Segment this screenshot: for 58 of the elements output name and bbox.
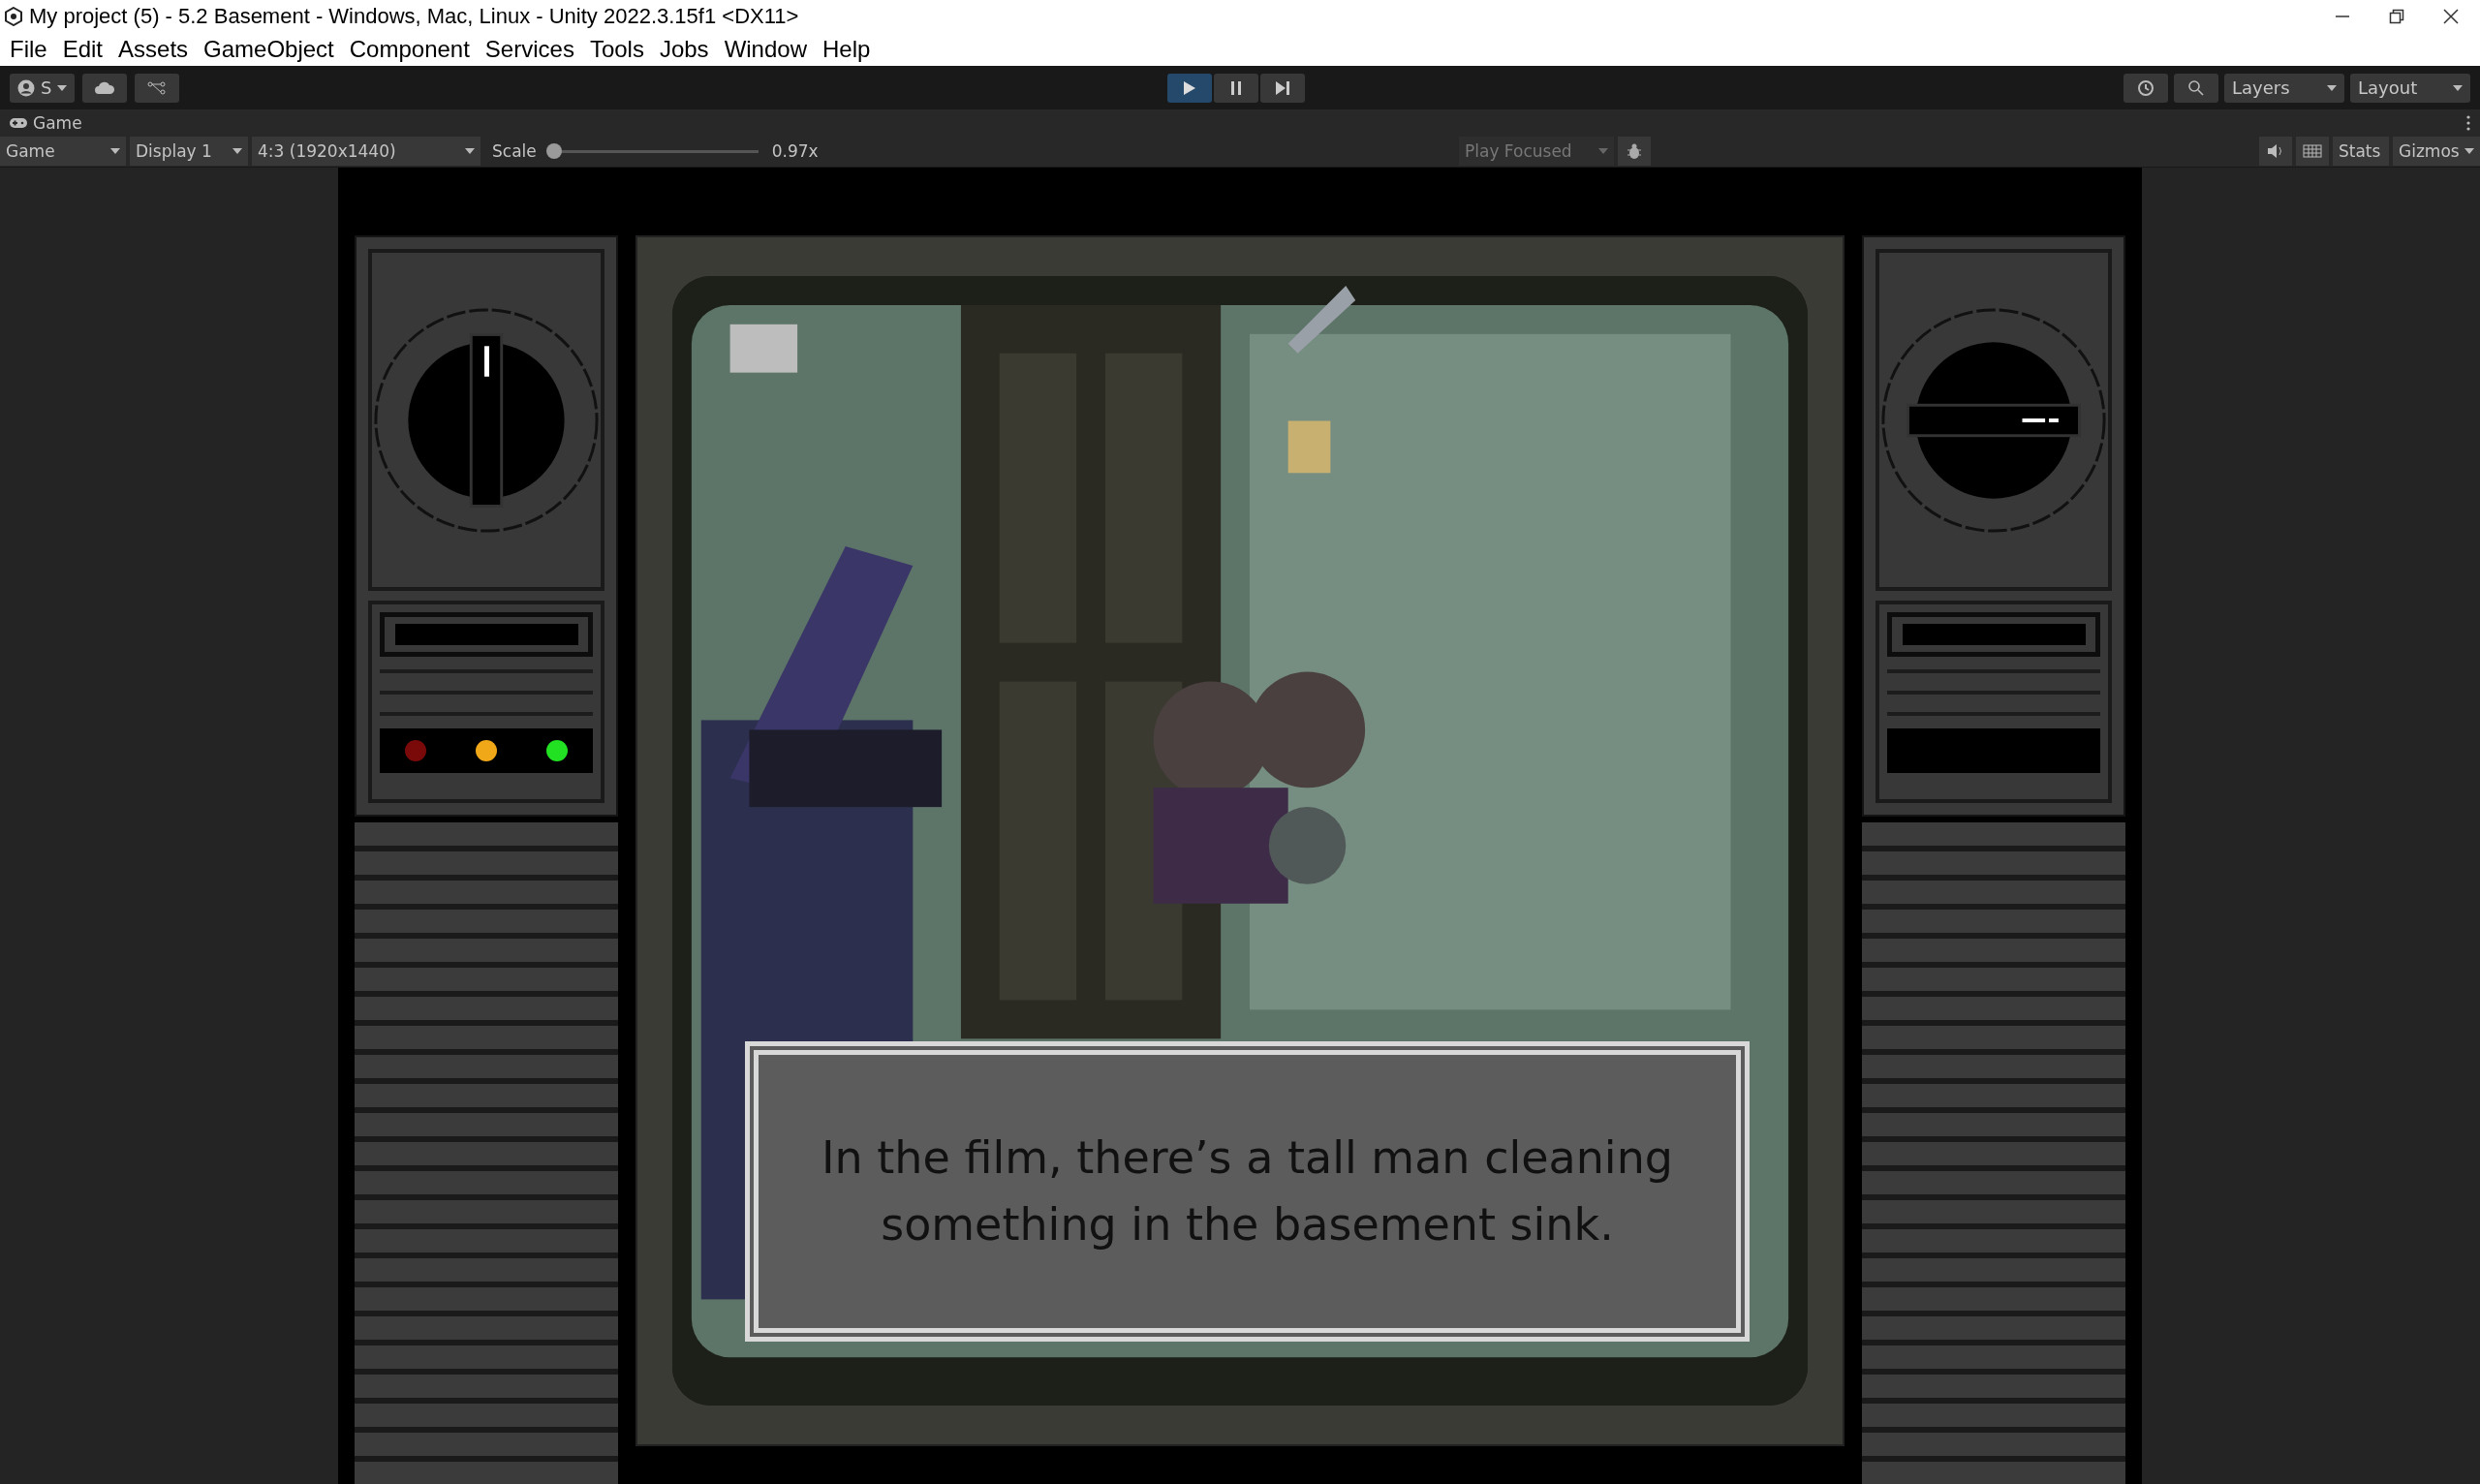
menu-item[interactable]: Component [345, 36, 481, 63]
layers-dropdown[interactable]: Layers [2224, 73, 2344, 103]
play-button[interactable] [1167, 74, 1212, 103]
window-title: My project (5) - 5.2 Basement - Windows, Mac, Linux - Unity 2022.3.15f1 <DX11> [29, 4, 799, 29]
menu-item[interactable]: Window [720, 36, 819, 63]
restore-icon[interactable] [2389, 9, 2404, 24]
caret-icon [2327, 84, 2337, 91]
branch-icon [147, 79, 168, 96]
menu-item[interactable]: Tools [585, 36, 656, 63]
caret-icon [57, 84, 68, 91]
menu-item[interactable]: Help [819, 36, 883, 63]
shortcuts-button[interactable] [2296, 137, 2329, 166]
bug-icon [1627, 142, 1642, 160]
mute-button[interactable] [2259, 137, 2292, 166]
menu-item[interactable]: GameObject [200, 36, 346, 63]
pause-button[interactable] [1214, 74, 1258, 103]
gizmos-dropdown[interactable]: Gizmos [2393, 137, 2480, 166]
menu-item[interactable]: File [6, 36, 59, 63]
close-icon[interactable] [2443, 9, 2459, 24]
caret-icon [110, 148, 120, 154]
unity-logo-icon [4, 7, 23, 26]
cloud-button[interactable] [82, 73, 128, 103]
cloud-icon [94, 80, 116, 95]
aspect-dropdown[interactable]: 4:3 (1920x1440) [252, 137, 480, 166]
play-icon [1183, 80, 1196, 96]
history-icon [2137, 78, 2154, 97]
step-button[interactable] [1260, 74, 1305, 103]
slider-thumb[interactable] [546, 143, 563, 159]
view-dropdown[interactable]: Game [0, 137, 126, 166]
layout-dropdown[interactable]: Layout [2350, 73, 2470, 103]
menu-item[interactable]: Assets [114, 36, 201, 63]
caret-icon [2453, 84, 2463, 91]
more-options-icon[interactable] [2466, 114, 2470, 131]
speaker-icon [2267, 143, 2284, 159]
display-dropdown[interactable]: Display 1 [130, 137, 248, 166]
pause-icon [1229, 80, 1243, 96]
menu-item[interactable]: Services [480, 36, 586, 63]
caret-icon [465, 148, 475, 154]
scale-value: 0.97x [771, 141, 819, 161]
caret-icon [1598, 148, 1608, 154]
search-button[interactable] [2174, 73, 2218, 103]
caret-icon [2464, 148, 2474, 154]
caret-icon [232, 148, 242, 154]
debug-button[interactable] [1618, 137, 1651, 166]
version-control-button[interactable] [135, 73, 180, 103]
dialogue-text: In the film, there’s a tall man cleaning something in the basement sink. [821, 1130, 1674, 1252]
menu-item[interactable]: Edit [58, 36, 115, 63]
account-button[interactable]: S [10, 73, 76, 103]
account-icon [17, 78, 35, 97]
game-tab[interactable]: Game [10, 112, 82, 133]
gamepad-icon [10, 116, 27, 129]
keyboard-icon [2303, 144, 2322, 158]
stats-button[interactable]: Stats [2333, 137, 2389, 166]
menu-item[interactable]: Jobs [655, 36, 721, 63]
history-button[interactable] [2124, 73, 2168, 103]
step-icon [1275, 80, 1290, 96]
scale-label: Scale [492, 141, 537, 161]
search-icon [2187, 78, 2205, 97]
